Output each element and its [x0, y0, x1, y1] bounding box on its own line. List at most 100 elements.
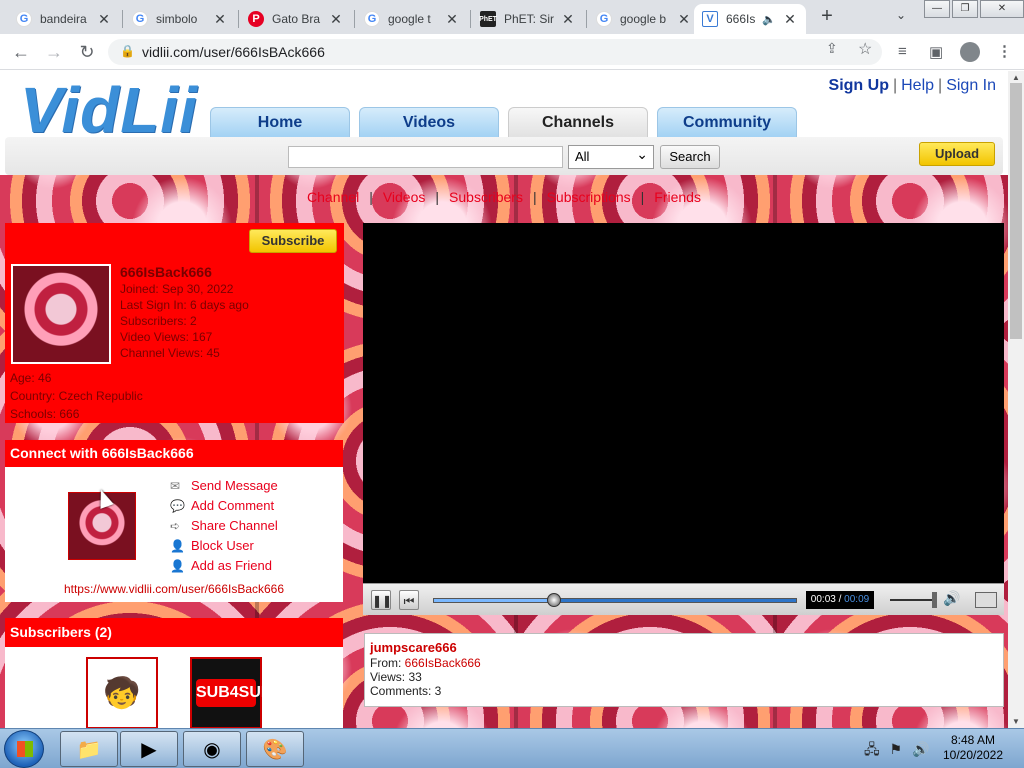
subscribers-link[interactable]: Subscribers: [449, 189, 523, 205]
taskbar-clock[interactable]: 8:48 AM 10/20/2022: [936, 733, 1010, 763]
forward-icon[interactable]: →: [43, 41, 65, 63]
scroll-thumb[interactable]: [1010, 83, 1022, 339]
close-tab-icon[interactable]: ✕: [328, 11, 344, 28]
channel-url-link[interactable]: https://www.vidlii.com/user/666IsBack666: [5, 582, 343, 596]
browser-tab[interactable]: G google t ✕: [356, 4, 468, 34]
subscribers-box: Subscribers (2) 🧒 SUB4SUB: [5, 618, 343, 728]
joined-date: Joined: Sep 30, 2022: [120, 282, 234, 296]
close-tab-icon[interactable]: ✕: [782, 11, 798, 28]
block-user-link[interactable]: 👤 Block User: [170, 536, 278, 556]
new-tab-button[interactable]: +: [816, 5, 838, 29]
browser-tab[interactable]: P Gato Bra ✕: [240, 4, 352, 34]
browser-toolbar: ← → ↻ 🔒 vidlii.com/user/666IsBAck666 ⇪ ☆…: [0, 34, 1024, 70]
side-panel-icon[interactable]: ▣: [929, 43, 943, 61]
nav-tab-home[interactable]: Home: [210, 107, 350, 139]
subscriber-avatar[interactable]: 🧒: [86, 657, 158, 728]
search-input[interactable]: [288, 146, 563, 168]
paint-taskbar-icon[interactable]: 🎨: [246, 731, 304, 767]
add-comment-link[interactable]: 💬 Add Comment: [170, 496, 278, 516]
url-text[interactable]: vidlii.com/user/666IsBAck666: [142, 44, 325, 60]
connect-box: Connect with 666IsBack666 ✉ Send Message …: [5, 440, 343, 602]
browser-tab[interactable]: G google b ✕: [588, 4, 700, 34]
country: Country: Czech Republic: [10, 389, 143, 403]
nav-tab-channels[interactable]: Channels: [508, 107, 648, 139]
tab-title: simbolo: [156, 12, 198, 26]
friends-link[interactable]: Friends: [654, 189, 701, 205]
media-player-taskbar-icon[interactable]: ▶: [120, 731, 178, 767]
video-player[interactable]: ❚❚ ⏮ 00:03 / 00:09 🔊: [363, 223, 1004, 615]
video-views: Views: 33: [370, 670, 422, 684]
tab-search-icon[interactable]: ⌄: [896, 8, 906, 22]
nav-tab-community[interactable]: Community: [657, 107, 797, 139]
volume-tray-icon[interactable]: 🔊: [912, 741, 929, 757]
pause-icon[interactable]: ❚❚: [371, 590, 392, 610]
windows-taskbar: 📁 ▶ ◉ 🎨 🖧 ⚑ 🔊 8:48 AM 10/20/2022: [0, 728, 1024, 768]
add-friend-link[interactable]: 👤 Add as Friend: [170, 556, 278, 576]
close-tab-icon[interactable]: ✕: [212, 11, 228, 28]
sign-up-link[interactable]: Sign Up: [829, 77, 889, 94]
close-tab-icon[interactable]: ✕: [560, 11, 576, 28]
share-icon[interactable]: ⇪: [826, 40, 838, 57]
volume-slider[interactable]: [890, 592, 937, 608]
network-icon[interactable]: 🖧: [864, 741, 880, 757]
subscriptions-link[interactable]: Subscriptions: [547, 189, 631, 205]
more-menu-icon[interactable]: ⋮: [997, 42, 1012, 60]
channel-link[interactable]: Channel: [307, 189, 359, 205]
address-bar[interactable]: 🔒 vidlii.com/user/666IsBAck666: [108, 39, 882, 65]
close-tab-icon[interactable]: ✕: [676, 11, 692, 28]
skip-back-icon[interactable]: ⏮: [399, 590, 419, 610]
tab-title: 666Is: [726, 12, 756, 26]
speaker-icon[interactable]: 🔈: [762, 13, 776, 26]
channel-username: 666IsBack666: [120, 264, 212, 280]
chrome-taskbar-icon[interactable]: ◉: [183, 731, 241, 767]
send-message-link[interactable]: ✉ Send Message: [170, 476, 278, 496]
subscriber-avatar[interactable]: SUB4SUB: [190, 657, 272, 728]
browser-tab[interactable]: G bandeira ✕: [8, 4, 120, 34]
action-center-icon[interactable]: ⚑: [890, 741, 903, 757]
back-icon[interactable]: ←: [10, 41, 32, 63]
seek-progress: [434, 599, 555, 602]
close-window-button[interactable]: ✕: [980, 0, 1024, 18]
close-tab-icon[interactable]: ✕: [96, 11, 112, 28]
media-control-icon[interactable]: ≡: [898, 43, 907, 60]
search-category-select[interactable]: All: [568, 143, 654, 169]
google-icon: G: [132, 11, 148, 27]
seek-handle[interactable]: [547, 593, 562, 607]
cartoon-character-icon: 🧒: [103, 676, 141, 710]
share-channel-link[interactable]: ➪ Share Channel: [170, 516, 278, 536]
explorer-taskbar-icon[interactable]: 📁: [60, 731, 118, 767]
bookmark-star-icon[interactable]: ☆: [858, 39, 872, 59]
minimize-button[interactable]: —: [924, 0, 950, 18]
start-button[interactable]: [4, 730, 44, 768]
browser-tab[interactable]: PhET PhET: Sir ✕: [472, 4, 584, 34]
browser-tab-active[interactable]: V 666Is 🔈 ✕: [694, 4, 806, 34]
close-tab-icon[interactable]: ✕: [444, 11, 460, 28]
upload-button[interactable]: Upload: [919, 142, 995, 166]
fullscreen-icon[interactable]: [975, 592, 997, 608]
help-link[interactable]: Help: [901, 77, 934, 94]
user-block-icon: 👤: [170, 539, 185, 553]
scroll-up-arrow[interactable]: ▲: [1008, 73, 1024, 82]
sign-in-link[interactable]: Sign In: [946, 77, 996, 94]
search-button[interactable]: Search: [660, 145, 720, 169]
vidlii-logo[interactable]: VidLii: [20, 73, 198, 147]
videos-link[interactable]: Videos: [383, 189, 426, 205]
tab-title: bandeira: [40, 12, 87, 26]
maximize-button[interactable]: ❐: [952, 0, 978, 18]
tab-title: Gato Bra: [272, 12, 321, 26]
lock-icon[interactable]: 🔒: [120, 44, 135, 58]
subscribe-button[interactable]: Subscribe: [249, 229, 337, 253]
reload-icon[interactable]: ↻: [76, 41, 98, 63]
volume-icon[interactable]: 🔊: [943, 590, 960, 607]
tab-title: google t: [388, 12, 431, 26]
browser-tab[interactable]: G simbolo ✕: [124, 4, 236, 34]
author-link[interactable]: 666IsBack666: [405, 656, 481, 670]
channel-avatar[interactable]: [11, 264, 111, 364]
nav-tab-videos[interactable]: Videos: [359, 107, 499, 139]
seek-bar[interactable]: [433, 593, 797, 607]
video-title[interactable]: jumpscare666: [370, 639, 998, 656]
scroll-down-arrow[interactable]: ▼: [1008, 717, 1024, 726]
volume-handle[interactable]: [931, 592, 937, 608]
profile-avatar-icon[interactable]: [960, 42, 980, 62]
page-scrollbar[interactable]: ▲ ▼: [1008, 71, 1024, 728]
